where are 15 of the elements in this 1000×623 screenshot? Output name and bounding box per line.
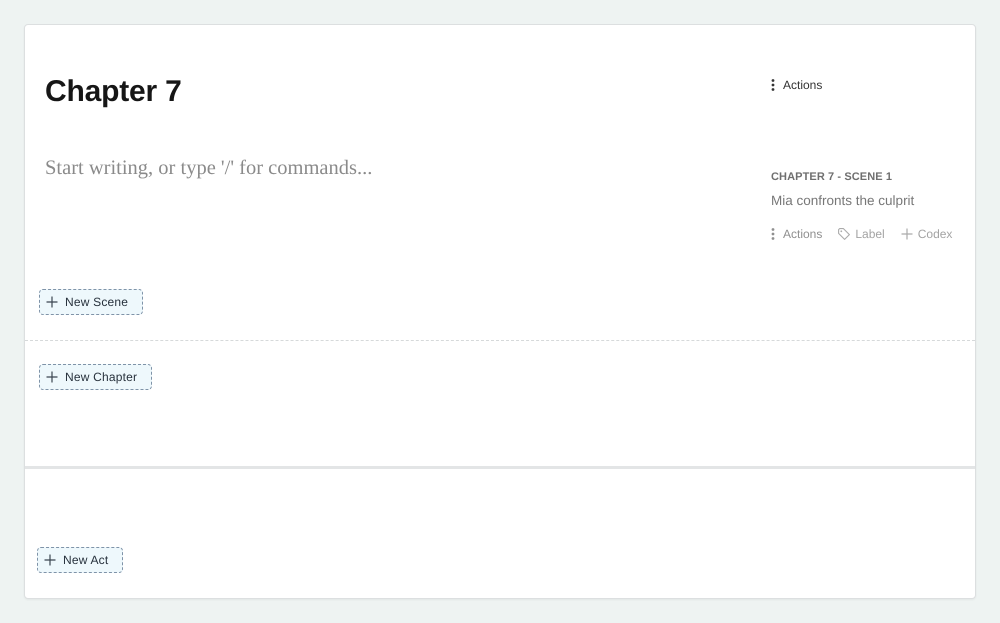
scene-summary: Mia confronts the culprit (771, 192, 916, 210)
editor-field[interactable]: Start writing, or type '/' for commands... (45, 155, 725, 235)
new-act-button[interactable]: New Act (37, 547, 124, 573)
scene-heading: CHAPTER 7 - SCENE 1 (771, 170, 894, 184)
new-chapter-button[interactable]: New Chapter (39, 364, 152, 390)
plus-icon (900, 228, 913, 240)
vertical-dots-icon (771, 228, 775, 240)
tag-icon (838, 228, 850, 240)
plus-icon (46, 371, 58, 383)
plus-icon (46, 296, 58, 308)
actions-button[interactable]: Actions (771, 77, 822, 93)
plus-icon (44, 554, 56, 566)
new-scene-button[interactable]: New Scene (39, 289, 144, 315)
vertical-dots-icon (771, 79, 775, 91)
chapter-title: Chapter 7 (45, 75, 183, 109)
